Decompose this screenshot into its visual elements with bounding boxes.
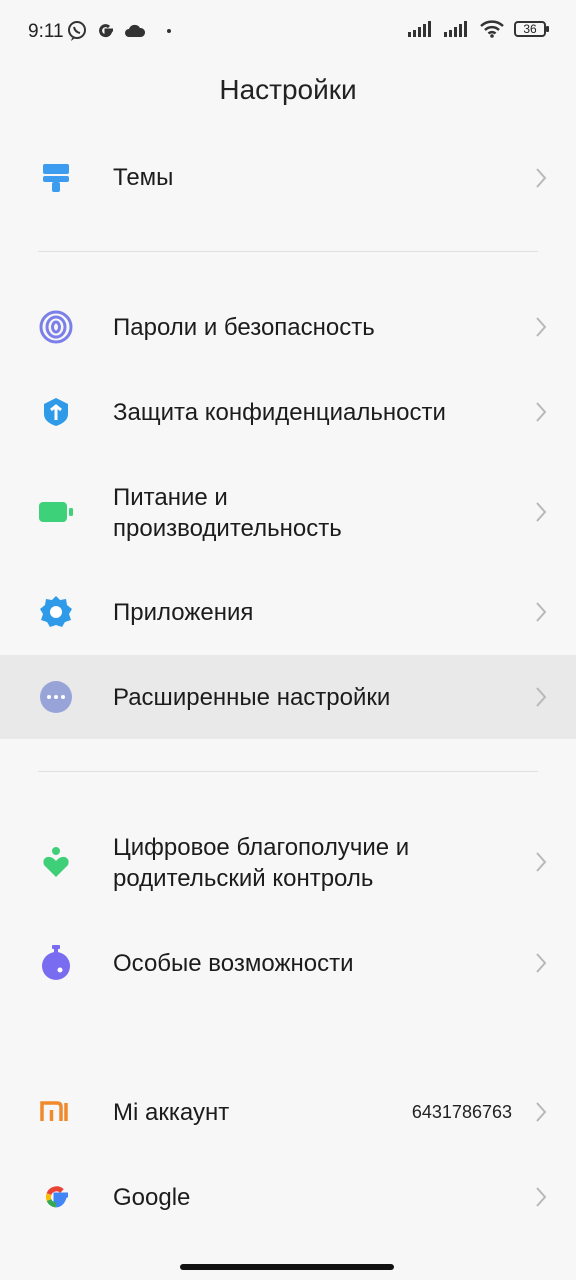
chevron-right-icon <box>536 602 547 622</box>
mi-account-id: 6431786763 <box>411 1102 512 1122</box>
google-logo-icon <box>38 1179 74 1215</box>
google-g-icon <box>99 24 113 38</box>
chevron-right-icon <box>536 1102 547 1122</box>
status-bar: 9:11 36 <box>0 0 576 64</box>
chevron-right-icon <box>536 502 547 522</box>
settings-item-label: Расширенные настройки <box>113 684 391 711</box>
viber-icon <box>68 21 86 41</box>
section-divider <box>38 771 538 772</box>
settings-item-label: Темы <box>113 164 174 191</box>
home-indicator[interactable] <box>180 1264 394 1270</box>
section-divider <box>38 251 538 252</box>
settings-item-passwords-security[interactable]: Пароли и безопасность <box>0 285 576 369</box>
settings-item-label: Питание и производительность <box>113 484 342 542</box>
settings-item-google[interactable]: Google <box>0 1155 576 1239</box>
chevron-right-icon <box>536 317 547 337</box>
notification-icons <box>66 20 176 42</box>
themes-brush-icon <box>38 160 74 196</box>
chevron-right-icon <box>536 852 547 872</box>
more-dots-icon <box>38 679 74 715</box>
settings-item-label: Mi аккаунт <box>113 1099 230 1126</box>
wifi-icon <box>480 20 504 38</box>
settings-item-label: Google <box>113 1184 191 1211</box>
settings-item-privacy[interactable]: Защита конфиденциальности <box>0 370 576 454</box>
settings-item-themes[interactable]: Темы <box>0 136 576 220</box>
privacy-shield-icon <box>38 394 74 430</box>
battery-indicator: 36 <box>514 21 549 37</box>
wellbeing-icon <box>38 844 74 880</box>
accessibility-icon <box>38 945 74 981</box>
settings-item-label: Цифровое благополучие и родительский кон… <box>113 834 410 892</box>
settings-item-label: Защита конфиденциальности <box>113 399 446 426</box>
chevron-right-icon <box>536 687 547 707</box>
page-title: Настройки <box>219 74 357 105</box>
settings-item-label: Особые возможности <box>113 950 354 977</box>
settings-item-label: Пароли и безопасность <box>113 314 375 341</box>
settings-item-digital-wellbeing[interactable]: Цифровое благополучие и родительский кон… <box>0 820 576 904</box>
settings-item-apps[interactable]: Приложения <box>0 570 576 654</box>
system-icons: 36 <box>408 20 549 38</box>
mi-logo-icon <box>38 1094 74 1130</box>
settings-item-accessibility[interactable]: Особые возможности <box>0 921 576 1005</box>
chevron-right-icon <box>536 402 547 422</box>
chevron-right-icon <box>536 168 547 188</box>
settings-item-battery-performance[interactable]: Питание и производительность <box>0 470 576 554</box>
signal-icon <box>408 21 431 37</box>
chevron-right-icon <box>536 1187 547 1207</box>
settings-item-label: Приложения <box>113 599 254 626</box>
battery-icon <box>38 494 74 530</box>
settings-item-mi-account[interactable]: Mi аккаунт 6431786763 <box>0 1070 576 1154</box>
signal-icon <box>444 21 467 37</box>
cloud-icon <box>125 24 146 37</box>
chevron-right-icon <box>536 953 547 973</box>
fingerprint-icon <box>38 309 74 345</box>
settings-item-advanced[interactable]: Расширенные настройки <box>0 655 576 739</box>
status-time: 9:11 <box>28 21 64 42</box>
apps-gear-icon <box>38 594 74 630</box>
dot-icon <box>167 29 171 33</box>
